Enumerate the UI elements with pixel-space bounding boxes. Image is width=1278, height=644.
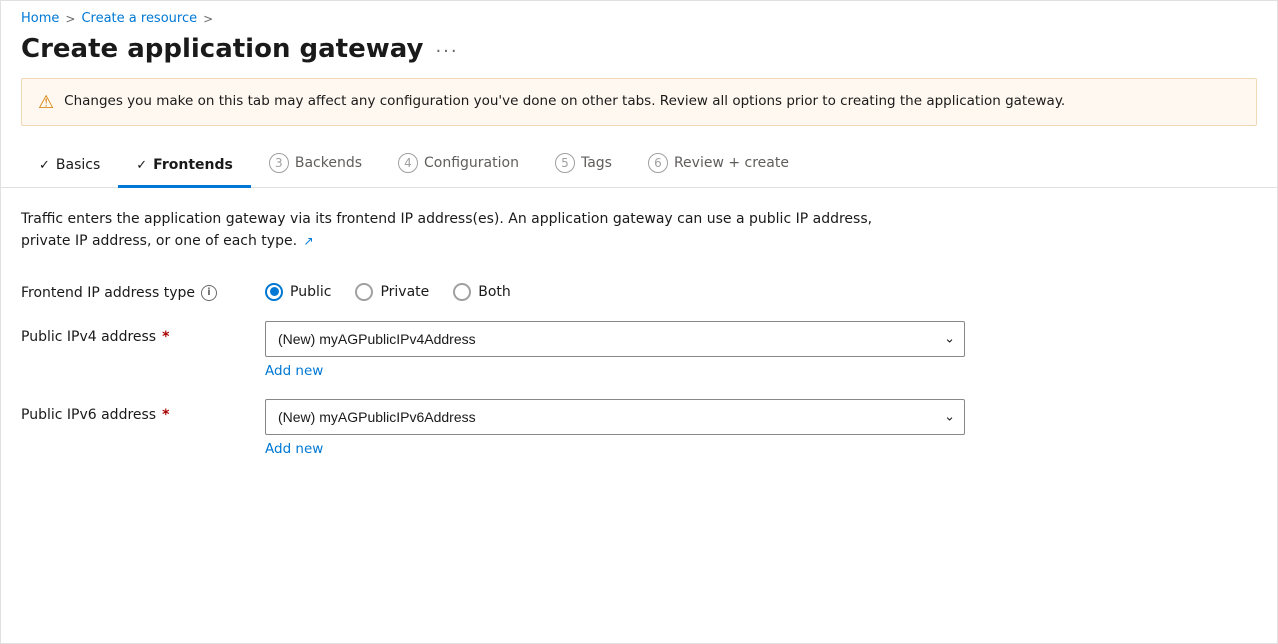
frontend-ip-info-icon[interactable]: i xyxy=(201,285,217,301)
public-ipv4-select-wrapper: (New) myAGPublicIPv4Address ⌄ xyxy=(265,321,965,357)
public-ipv4-label: Public IPv4 address * xyxy=(21,321,241,345)
tab-backends[interactable]: 3 Backends xyxy=(251,143,380,188)
description-external-link[interactable]: ↗ xyxy=(303,232,313,251)
tab-basics[interactable]: ✓ Basics xyxy=(21,147,118,188)
breadcrumb: Home > Create a resource > xyxy=(1,1,1277,30)
page-title: Create application gateway xyxy=(21,34,423,64)
tab-configuration-num: 4 xyxy=(398,153,418,173)
frontend-ip-type-row: Frontend IP address type i Public Privat… xyxy=(21,277,1257,301)
public-ipv4-select[interactable]: (New) myAGPublicIPv4Address xyxy=(265,321,965,357)
radio-public-label: Public xyxy=(290,284,331,300)
tab-tags[interactable]: 5 Tags xyxy=(537,143,630,188)
section-description: Traffic enters the application gateway v… xyxy=(21,208,921,253)
public-ipv6-label: Public IPv6 address * xyxy=(21,399,241,423)
tab-review-num: 6 xyxy=(648,153,668,173)
page-header: Create application gateway ··· xyxy=(1,30,1277,78)
tab-review-label: Review + create xyxy=(674,155,789,171)
tab-backends-num: 3 xyxy=(269,153,289,173)
warning-icon: ⚠ xyxy=(38,92,54,113)
tab-tags-label: Tags xyxy=(581,155,612,171)
public-ipv4-add-new[interactable]: Add new xyxy=(265,363,323,379)
radio-both-circle[interactable] xyxy=(453,283,471,301)
radio-public[interactable]: Public xyxy=(265,283,331,301)
public-ipv6-select-wrapper: (New) myAGPublicIPv6Address ⌄ xyxy=(265,399,965,435)
public-ipv4-required: * xyxy=(162,329,169,345)
public-ipv6-select[interactable]: (New) myAGPublicIPv6Address xyxy=(265,399,965,435)
warning-banner: ⚠ Changes you make on this tab may affec… xyxy=(21,78,1257,126)
frontend-ip-label: Frontend IP address type i xyxy=(21,277,241,301)
frontend-ip-control: Public Private Both xyxy=(265,277,1025,301)
tab-configuration[interactable]: 4 Configuration xyxy=(380,143,537,188)
main-content: Traffic enters the application gateway v… xyxy=(1,188,1277,497)
tab-basics-check: ✓ xyxy=(39,158,50,173)
radio-both[interactable]: Both xyxy=(453,283,511,301)
tab-tags-num: 5 xyxy=(555,153,575,173)
public-ipv4-control: (New) myAGPublicIPv4Address ⌄ Add new xyxy=(265,321,1025,379)
tab-frontends-check: ✓ xyxy=(136,158,147,173)
public-ipv6-row: Public IPv6 address * (New) myAGPublicIP… xyxy=(21,399,1257,457)
tab-basics-label: Basics xyxy=(56,157,100,173)
tab-backends-label: Backends xyxy=(295,155,362,171)
tab-frontends[interactable]: ✓ Frontends xyxy=(118,147,251,188)
public-ipv4-row: Public IPv4 address * (New) myAGPublicIP… xyxy=(21,321,1257,379)
more-menu-button[interactable]: ··· xyxy=(435,41,458,62)
tab-configuration-label: Configuration xyxy=(424,155,519,171)
tab-review[interactable]: 6 Review + create xyxy=(630,143,807,188)
frontend-ip-radio-group: Public Private Both xyxy=(265,277,1025,301)
radio-private[interactable]: Private xyxy=(355,283,429,301)
public-ipv6-add-new[interactable]: Add new xyxy=(265,441,323,457)
public-ipv6-required: * xyxy=(162,407,169,423)
tab-frontends-label: Frontends xyxy=(153,157,233,173)
breadcrumb-create-resource[interactable]: Create a resource xyxy=(81,11,197,26)
breadcrumb-sep-2: > xyxy=(203,12,213,26)
warning-message: Changes you make on this tab may affect … xyxy=(64,91,1065,111)
radio-private-label: Private xyxy=(380,284,429,300)
breadcrumb-home[interactable]: Home xyxy=(21,11,59,26)
breadcrumb-sep-1: > xyxy=(65,12,75,26)
radio-both-label: Both xyxy=(478,284,511,300)
tabs-bar: ✓ Basics ✓ Frontends 3 Backends 4 Config… xyxy=(1,142,1277,188)
radio-public-circle[interactable] xyxy=(265,283,283,301)
radio-private-circle[interactable] xyxy=(355,283,373,301)
public-ipv6-control: (New) myAGPublicIPv6Address ⌄ Add new xyxy=(265,399,1025,457)
